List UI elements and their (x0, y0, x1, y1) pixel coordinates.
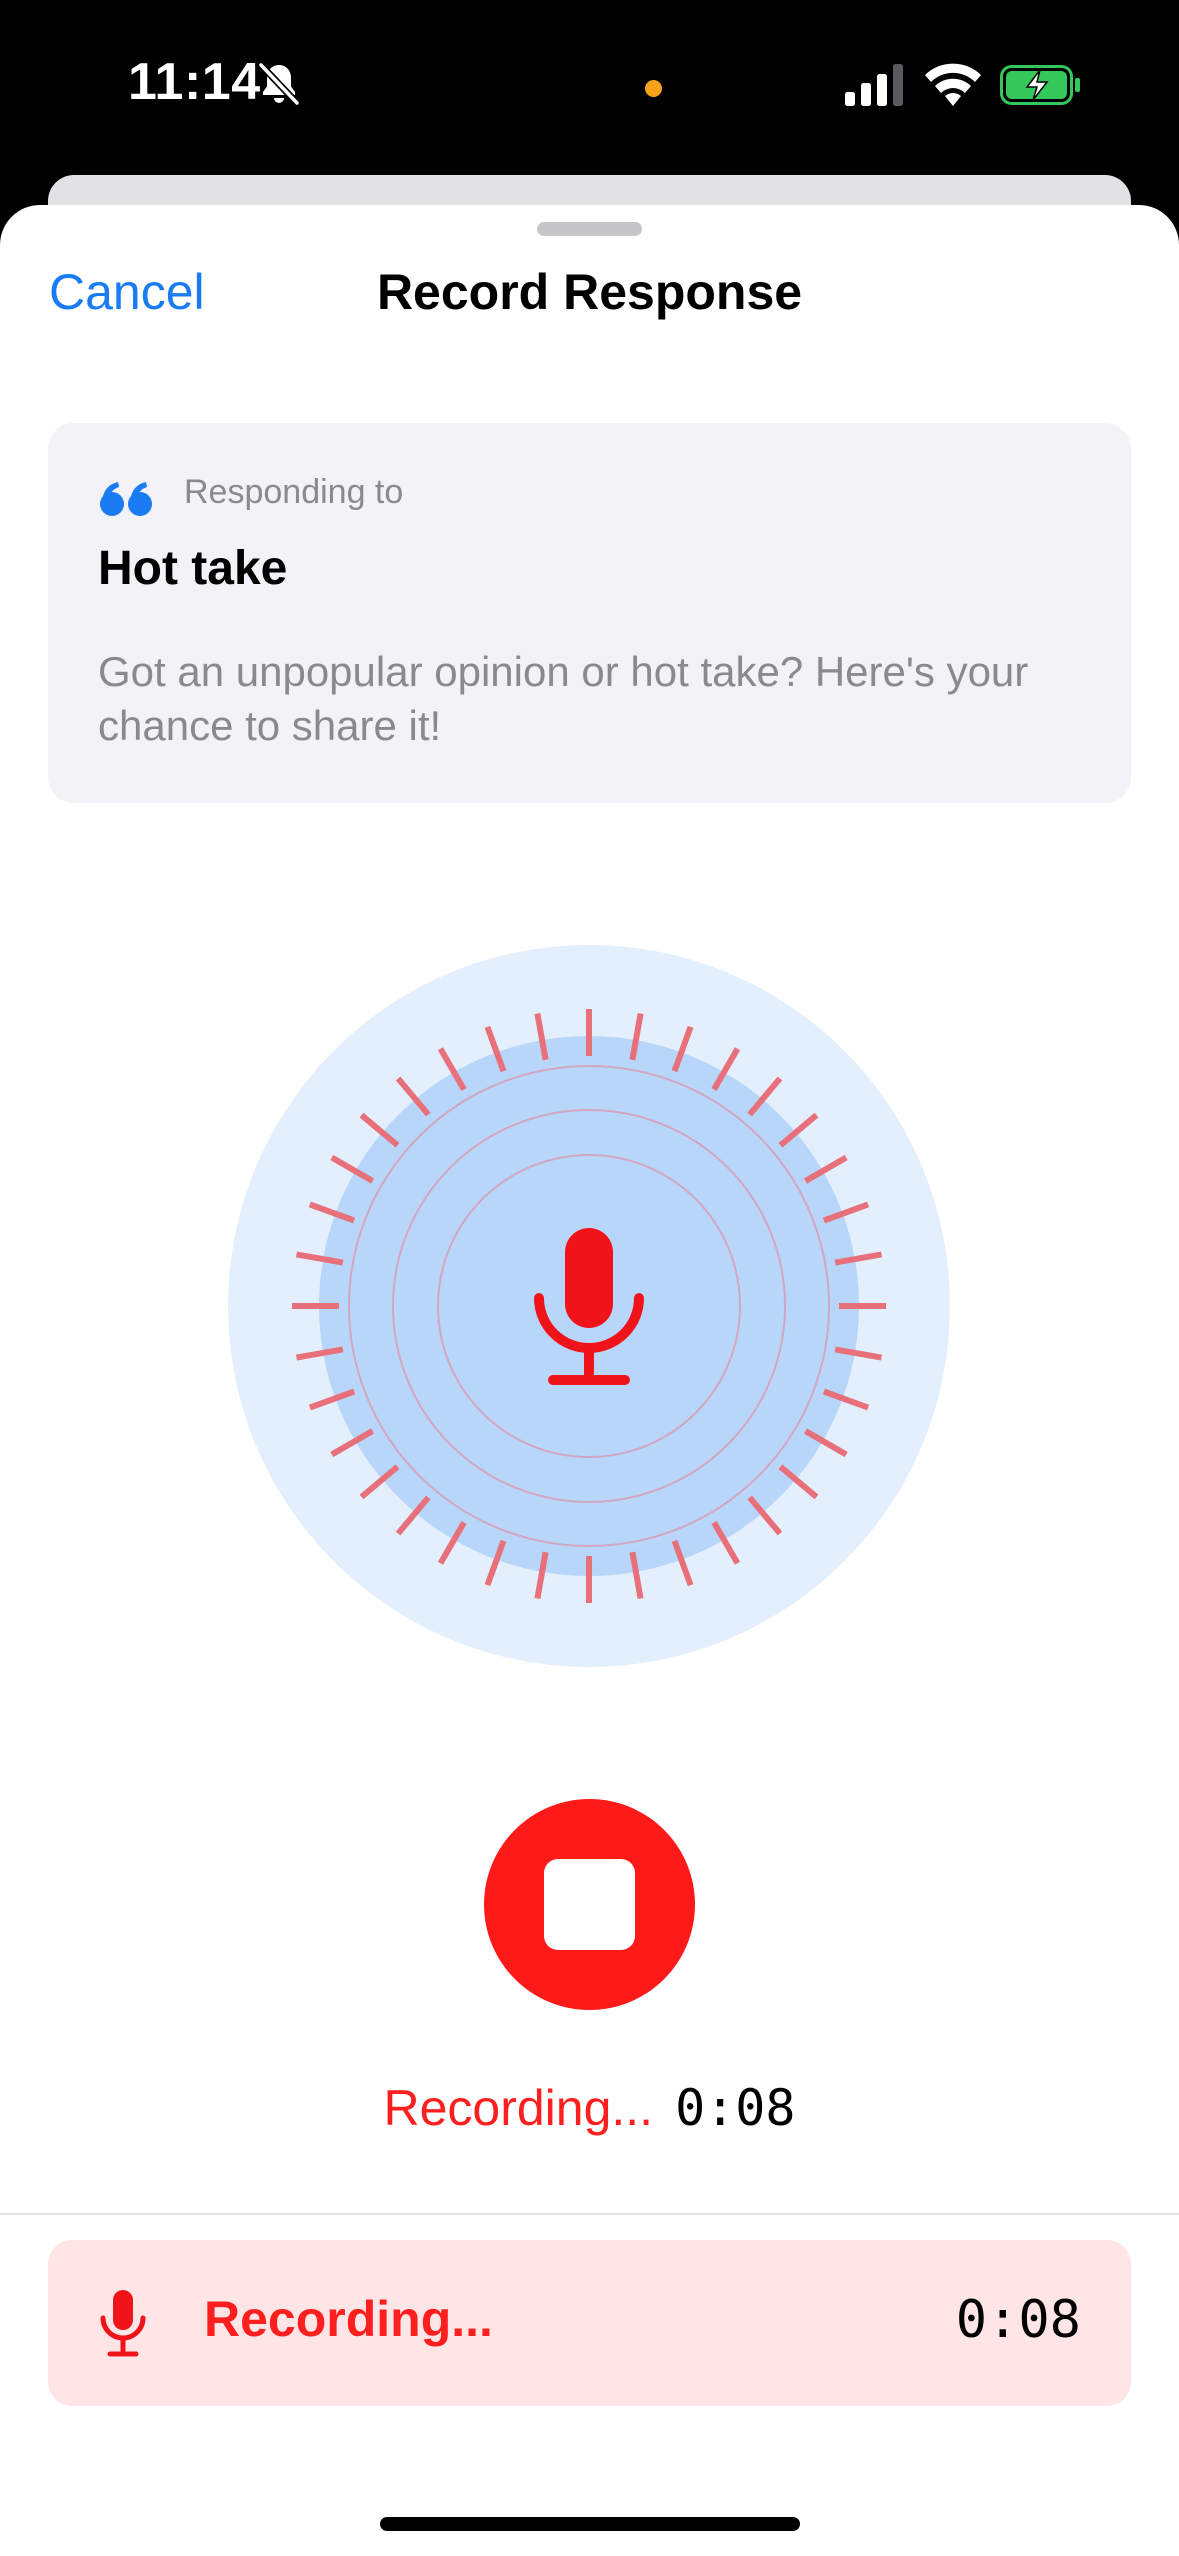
sheet-grabber[interactable] (537, 222, 642, 236)
recording-status: Recording... 0:08 (0, 2079, 1179, 2137)
status-bar: 11:14 (0, 0, 1179, 175)
stop-icon (544, 1859, 635, 1950)
divider (0, 2213, 1179, 2215)
prompt-card: Responding to Hot take Got an unpopular … (48, 423, 1131, 803)
battery-charging-icon (1000, 65, 1080, 105)
recording-indicator-time: 0:08 (955, 2290, 1081, 2350)
quote-icon (100, 482, 152, 516)
recording-indicator-label: Recording... (204, 2291, 493, 2347)
recording-elapsed-time: 0:08 (675, 2079, 796, 2137)
prompt-description: Got an unpopular opinion or hot take? He… (98, 648, 1029, 749)
bell-slash-icon (258, 62, 300, 106)
stop-recording-button[interactable] (484, 1799, 695, 2010)
cellular-signal-icon (845, 64, 903, 106)
responding-to-label: Responding to (184, 473, 404, 511)
microphone-icon (100, 2290, 146, 2357)
record-response-sheet: Cancel Record Response Responding to Hot… (0, 205, 1179, 2556)
recording-status-label: Recording... (383, 2080, 654, 2136)
home-indicator (380, 2517, 800, 2531)
status-time: 11:14 (128, 53, 261, 111)
page-title: Record Response (376, 264, 803, 320)
recording-indicator-bar: Recording... 0:08 (48, 2240, 1131, 2406)
prompt-title: Hot take (98, 542, 288, 595)
recording-visualizer (228, 945, 950, 1667)
wifi-icon (925, 63, 981, 106)
privacy-indicator-dot (645, 80, 662, 97)
